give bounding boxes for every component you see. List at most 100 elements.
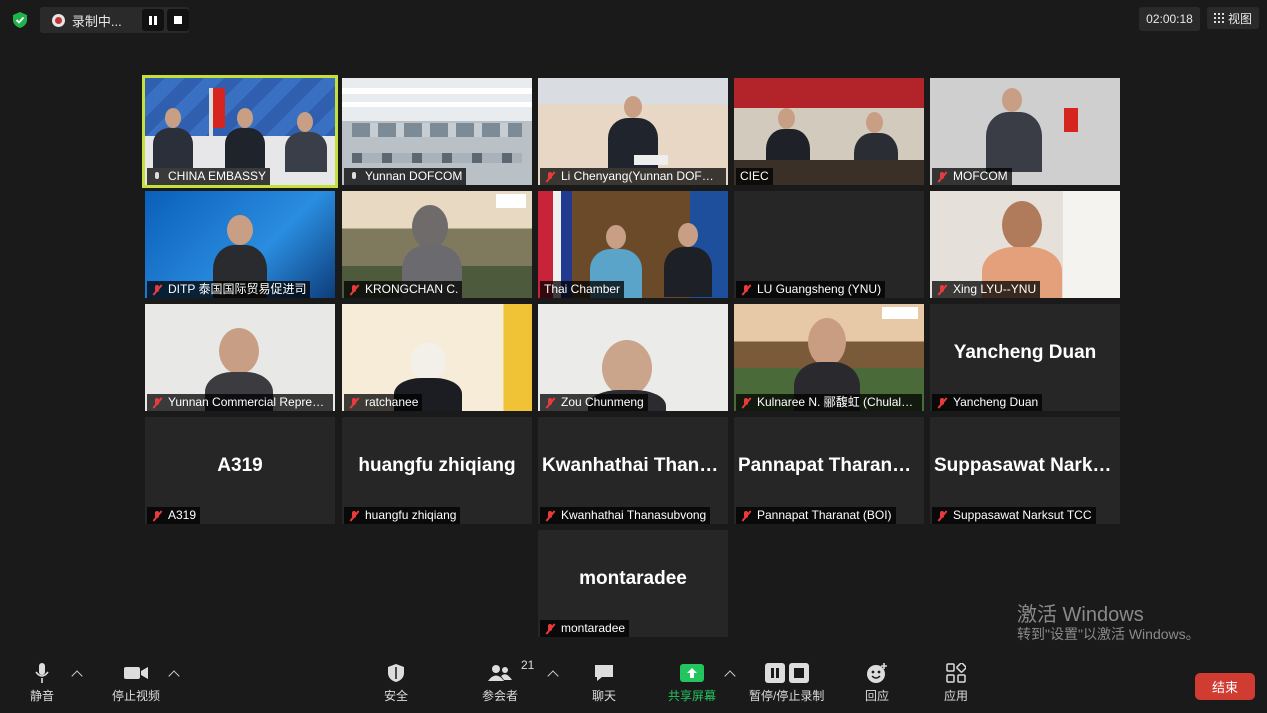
video-camera-icon bbox=[123, 662, 149, 684]
participant-name-label: Suppasawat Narksut TCC bbox=[932, 507, 1096, 524]
muted-microphone-icon bbox=[740, 510, 752, 522]
participant-name-label: Zou Chunmeng bbox=[540, 394, 648, 411]
windows-activation-subtitle: 转到"设置"以激活 Windows。 bbox=[1017, 626, 1200, 642]
participant-name-label: ratchanee bbox=[344, 394, 423, 411]
smiley-plus-icon bbox=[866, 662, 888, 684]
mute-label: 静音 bbox=[30, 689, 55, 703]
participant-name-label: Yunnan Commercial Representative bbox=[147, 394, 333, 411]
record-label: 暂停/停止录制 bbox=[749, 689, 825, 703]
share-options-chevron-icon[interactable] bbox=[724, 670, 736, 682]
security-label: 安全 bbox=[384, 689, 409, 703]
apps-icon bbox=[946, 662, 966, 684]
muted-microphone-icon bbox=[936, 510, 948, 522]
chat-bubble-icon bbox=[593, 662, 615, 684]
participants-button[interactable]: 21 参会者 bbox=[482, 658, 534, 704]
meeting-timer: 02:00:18 bbox=[1139, 7, 1200, 31]
muted-microphone-icon bbox=[151, 397, 163, 409]
apps-button[interactable]: 应用 bbox=[944, 662, 968, 704]
video-tile[interactable]: CIEC bbox=[734, 78, 924, 185]
muted-microphone-icon bbox=[544, 397, 556, 409]
participant-name-label: CIEC bbox=[736, 168, 773, 185]
participant-name-placeholder: Pannapat Tharanat (BOI) bbox=[738, 455, 920, 476]
participants-count: 21 bbox=[521, 658, 535, 672]
muted-microphone-icon bbox=[544, 510, 556, 522]
video-tile[interactable]: Suppasawat Narksut TCC Suppasawat Narksu… bbox=[930, 417, 1120, 524]
microphone-icon bbox=[151, 171, 163, 183]
participants-label: 参会者 bbox=[482, 689, 519, 703]
video-tile[interactable]: A319 A319 bbox=[145, 417, 335, 524]
video-options-chevron-icon[interactable] bbox=[168, 670, 180, 682]
stop-video-label: 停止视频 bbox=[112, 689, 161, 703]
video-tile[interactable]: KRONGCHAN C. bbox=[342, 191, 532, 298]
share-screen-button[interactable]: 共享屏幕 bbox=[668, 662, 716, 704]
pause-recording-button[interactable] bbox=[142, 9, 165, 31]
participants-icon: 21 bbox=[487, 658, 534, 684]
participant-name-label: montaradee bbox=[540, 620, 630, 637]
participant-name-placeholder: montaradee bbox=[579, 568, 687, 589]
participants-options-chevron-icon[interactable] bbox=[547, 670, 559, 682]
chat-label: 聊天 bbox=[592, 689, 617, 703]
video-tile[interactable]: Yancheng Duan Yancheng Duan bbox=[930, 304, 1120, 411]
microphone-icon bbox=[348, 171, 360, 183]
participant-name-label: Kulnaree N. 郦馥虹 (Chulalongkorn) bbox=[736, 394, 922, 411]
muted-microphone-icon bbox=[151, 510, 163, 522]
video-tile[interactable]: Yunnan DOFCOM bbox=[342, 78, 532, 185]
video-tile[interactable]: CHINA EMBASSY bbox=[142, 75, 338, 188]
video-tile[interactable]: Li Chenyang(Yunnan DOFCOM) bbox=[538, 78, 728, 185]
video-tile[interactable]: Zou Chunmeng bbox=[538, 304, 728, 411]
chat-button[interactable]: 聊天 bbox=[592, 662, 616, 704]
reactions-button[interactable]: 回应 bbox=[865, 662, 889, 704]
participant-name-label: Yancheng Duan bbox=[932, 394, 1043, 411]
stop-icon bbox=[174, 16, 183, 24]
participant-name-label: Li Chenyang(Yunnan DOFCOM) bbox=[540, 168, 726, 185]
windows-activation-title: 激活 Windows bbox=[1017, 604, 1144, 626]
participant-name-label: CHINA EMBASSY bbox=[147, 168, 271, 185]
muted-microphone-icon bbox=[936, 284, 948, 296]
pause-stop-recording-button[interactable]: 暂停/停止录制 bbox=[749, 662, 824, 704]
security-button[interactable]: 安全 bbox=[384, 662, 408, 704]
grid-view-icon bbox=[1213, 13, 1224, 23]
view-label: 视图 bbox=[1227, 11, 1252, 26]
video-tile[interactable]: huangfu zhiqiang huangfu zhiqiang bbox=[342, 417, 532, 524]
participant-name-placeholder: A319 bbox=[217, 455, 263, 476]
participant-name-placeholder: Suppasawat Narksut TCC bbox=[934, 455, 1116, 476]
muted-microphone-icon bbox=[544, 623, 556, 635]
share-screen-icon bbox=[680, 662, 704, 684]
pause-icon bbox=[149, 15, 158, 25]
stop-recording-button[interactable] bbox=[167, 9, 189, 31]
participant-name-label: MOFCOM bbox=[932, 168, 1012, 185]
end-meeting-button[interactable]: 结束 bbox=[1195, 673, 1255, 700]
video-tile[interactable]: Xing LYU--YNU bbox=[930, 191, 1120, 298]
muted-microphone-icon bbox=[740, 397, 752, 409]
record-controls-icon bbox=[764, 662, 809, 684]
video-tile[interactable]: Thai Chamber bbox=[538, 191, 728, 298]
audio-options-chevron-icon[interactable] bbox=[71, 670, 83, 682]
security-shield-icon[interactable] bbox=[11, 11, 29, 29]
participant-name-placeholder: Yancheng Duan bbox=[953, 342, 1097, 363]
participant-name-label: Yunnan DOFCOM bbox=[344, 168, 467, 185]
mute-button[interactable]: 静音 bbox=[30, 662, 54, 704]
participant-name-label: Thai Chamber bbox=[540, 281, 625, 298]
microphone-icon bbox=[34, 662, 50, 684]
video-tile[interactable]: Pannapat Tharanat (BOI) Pannapat Tharana… bbox=[734, 417, 924, 524]
muted-microphone-icon bbox=[348, 397, 360, 409]
video-tile[interactable]: MOFCOM bbox=[930, 78, 1120, 185]
participant-name-label: Pannapat Tharanat (BOI) bbox=[736, 507, 896, 524]
video-tile[interactable]: DITP 泰国国际贸易促进司 bbox=[145, 191, 335, 298]
reactions-label: 回应 bbox=[865, 689, 890, 703]
video-tile[interactable]: montaradee montaradee bbox=[538, 530, 728, 637]
participant-name-label: huangfu zhiqiang bbox=[344, 507, 461, 524]
view-button[interactable]: 视图 bbox=[1207, 7, 1259, 29]
video-tile[interactable]: LU Guangsheng (YNU) bbox=[734, 191, 924, 298]
muted-microphone-icon bbox=[348, 284, 360, 296]
muted-microphone-icon bbox=[544, 171, 556, 183]
video-tile[interactable]: ratchanee bbox=[342, 304, 532, 411]
participant-name-label: Kwanhathai Thanasubvong bbox=[540, 507, 711, 524]
video-tile[interactable]: Yunnan Commercial Representative bbox=[145, 304, 335, 411]
video-tile[interactable]: Kwanhathai Thanasubvong Kwanhathai Thana… bbox=[538, 417, 728, 524]
muted-microphone-icon bbox=[740, 284, 752, 296]
stop-video-button[interactable]: 停止视频 bbox=[112, 662, 160, 704]
apps-label: 应用 bbox=[944, 689, 969, 703]
participant-name-label: Xing LYU--YNU bbox=[932, 281, 1041, 298]
video-tile[interactable]: Kulnaree N. 郦馥虹 (Chulalongkorn) bbox=[734, 304, 924, 411]
